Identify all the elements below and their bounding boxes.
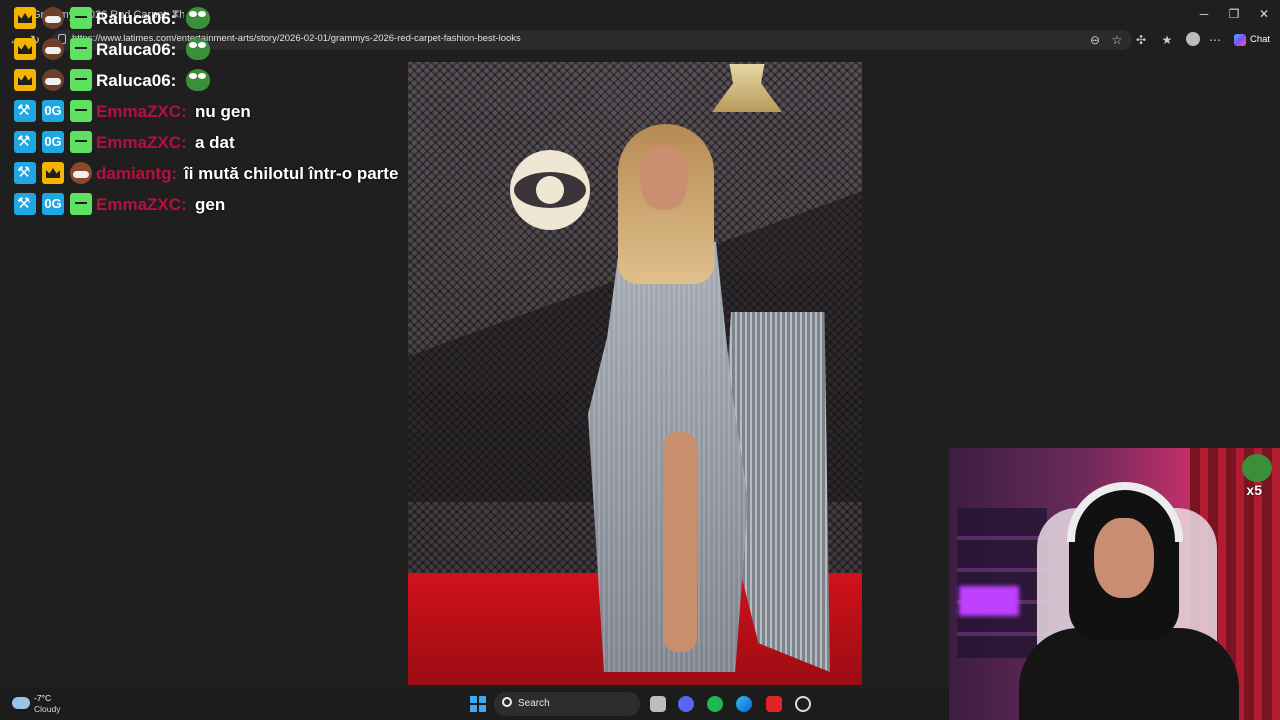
chat-username: EmmaZXC:: [96, 133, 187, 152]
more-menu-icon[interactable]: ⋯: [1208, 33, 1222, 47]
taskbar: -7°C Cloudy Search: [0, 688, 949, 720]
discord-icon[interactable]: [678, 696, 694, 712]
emote-badge-icon: [42, 69, 64, 91]
maximize-icon[interactable]: ❐: [1220, 4, 1248, 24]
pepe-emote-icon: [1242, 454, 1272, 482]
emote-badge-icon: [42, 38, 64, 60]
chat-text: îi mută chilotul într-o parte: [184, 164, 399, 183]
gift-badge-icon: [70, 69, 92, 91]
screen: Grammys 2026 Red Carpet: The ... ✕ ─ ❐ ✕…: [0, 0, 1280, 720]
taskbar-search[interactable]: Search: [494, 692, 640, 716]
reader-icon[interactable]: ⊖: [1088, 33, 1102, 47]
gift-badge-icon: [70, 193, 92, 215]
chat-text: gen: [195, 195, 226, 214]
background-shelf: [957, 508, 1047, 658]
search-icon: [502, 697, 512, 707]
app-icon[interactable]: [766, 696, 782, 712]
figure-leg: [663, 432, 697, 652]
weather-temperature[interactable]: -7°C: [34, 693, 51, 703]
crown-badge-icon: [14, 69, 36, 91]
moderator-badge-icon: [14, 193, 36, 215]
crown-badge-icon: [14, 38, 36, 60]
emote-badge-icon: [42, 7, 64, 29]
search-placeholder: Search: [518, 698, 550, 709]
crown-badge-icon: [14, 7, 36, 29]
subscriber-badge-icon: 0G: [42, 193, 64, 215]
start-button[interactable]: [470, 696, 486, 712]
address-bar[interactable]: https://www.latimes.com/entertainment-ar…: [52, 30, 1132, 50]
emote-multiplier: x5: [1246, 482, 1262, 498]
copilot-chat-button[interactable]: Chat: [1232, 31, 1270, 49]
moderator-badge-icon: [14, 100, 36, 122]
weather-condition[interactable]: Cloudy: [34, 704, 60, 714]
close-window-icon[interactable]: ✕: [1250, 4, 1278, 24]
chat-username: damiantg:: [96, 164, 178, 183]
gift-badge-icon: [70, 7, 92, 29]
favorite-star-icon[interactable]: ☆: [1110, 33, 1124, 47]
chat-username: Raluca06:: [96, 40, 177, 59]
streamer-body: [1019, 628, 1239, 720]
file-explorer-icon[interactable]: [650, 696, 666, 712]
background-light: [959, 586, 1019, 616]
subscriber-badge-icon: 0G: [42, 131, 64, 153]
pepe-emote-icon: [186, 69, 210, 91]
favorites-icon[interactable]: ★: [1160, 33, 1174, 47]
emote-badge-icon: [70, 162, 92, 184]
spotify-icon[interactable]: [707, 696, 723, 712]
cloud-icon[interactable]: [12, 697, 30, 709]
profile-avatar[interactable]: [1186, 32, 1200, 46]
moderator-badge-icon: [14, 162, 36, 184]
gift-badge-icon: [70, 38, 92, 60]
obs-icon[interactable]: [795, 696, 811, 712]
chat-username: EmmaZXC:: [96, 195, 187, 214]
chat-username: Raluca06:: [96, 9, 177, 28]
subscriber-badge-icon: 0G: [42, 100, 64, 122]
minimize-icon[interactable]: ─: [1190, 4, 1218, 24]
chat-text: a dat: [195, 133, 235, 152]
webcam-feed: x5: [949, 448, 1280, 720]
article-photo: [408, 62, 862, 685]
chat-username: Raluca06:: [96, 71, 177, 90]
cbs-logo: [510, 150, 590, 230]
chat-button-label: Chat: [1250, 34, 1271, 45]
figure-face: [640, 146, 688, 210]
copilot-icon: [1234, 34, 1246, 46]
chat-text: nu gen: [195, 102, 251, 121]
moderator-badge-icon: [14, 131, 36, 153]
gift-badge-icon: [70, 100, 92, 122]
pepe-emote-icon: [186, 7, 210, 29]
headset-icon: [1067, 482, 1183, 542]
pepe-emote-icon: [186, 38, 210, 60]
edge-icon[interactable]: [736, 696, 752, 712]
extensions-icon[interactable]: ✣: [1134, 33, 1148, 47]
gift-badge-icon: [70, 131, 92, 153]
crown-badge-icon: [42, 162, 64, 184]
chat-username: EmmaZXC:: [96, 102, 187, 121]
